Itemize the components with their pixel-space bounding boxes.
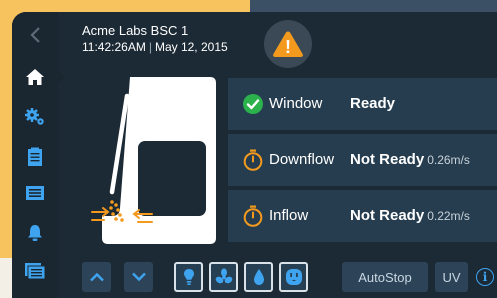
sidebar-item-home[interactable] (12, 62, 58, 92)
datetime-separator: | (148, 40, 152, 54)
sash-up-button[interactable] (82, 262, 111, 292)
autostop-button[interactable]: AutoStop (342, 262, 428, 292)
current-date: May 12, 2015 (154, 40, 228, 54)
back-chevron-icon (30, 27, 40, 43)
sidebar-active-pointer (58, 70, 65, 84)
fan-toggle[interactable] (209, 262, 238, 292)
sidebar-item-display[interactable] (12, 178, 58, 208)
timer-icon (243, 149, 263, 171)
status-label: Window (269, 95, 323, 112)
uv-button[interactable]: UV (435, 262, 468, 292)
outlet-toggle[interactable] (279, 262, 308, 292)
display-panel-icon (26, 186, 44, 200)
cabinet-illustration (91, 77, 216, 244)
alert-symbol: ! (285, 37, 291, 57)
home-icon (26, 69, 44, 85)
sidebar-item-alarms[interactable] (12, 218, 58, 248)
status-label: Inflow (269, 207, 309, 224)
alert-button[interactable]: ! (264, 20, 312, 68)
status-value: Not Ready 0.26m/s (350, 151, 470, 168)
status-card-window[interactable]: Window Ready (228, 78, 497, 130)
check-circle-icon (243, 94, 263, 114)
sidebar-item-log[interactable] (12, 142, 58, 172)
warning-triangle-icon: ! (273, 31, 303, 57)
status-value: Not Ready 0.22m/s (350, 207, 470, 224)
bottom-control-bar: AutoStop UV i (58, 257, 497, 298)
chevron-up-icon (89, 272, 104, 282)
chevron-down-icon (131, 272, 146, 282)
alarm-bell-icon (28, 225, 42, 241)
sidebar (12, 12, 58, 298)
device-screen: Acme Labs BSC 1 11:42:26AM | May 12, 2015 … (12, 12, 497, 298)
current-time: 11:42:26AM (82, 40, 146, 54)
clipboard-icon (28, 147, 42, 166)
light-bulb-icon (183, 269, 194, 285)
power-outlet-icon (285, 269, 302, 285)
back-button[interactable] (12, 20, 58, 50)
settings-gears-icon (25, 108, 44, 125)
water-drop-icon (253, 269, 264, 285)
gas-toggle[interactable] (244, 262, 273, 292)
sidebar-item-files[interactable] (12, 256, 58, 286)
sash-down-button[interactable] (124, 262, 153, 292)
files-icon (25, 263, 46, 280)
device-name: Acme Labs BSC 1 (82, 23, 189, 38)
sidebar-item-settings[interactable] (12, 102, 58, 132)
datetime: 11:42:26AM | May 12, 2015 (82, 40, 228, 54)
info-icon[interactable]: i (476, 268, 494, 286)
status-value: Ready (350, 95, 396, 112)
fan-icon (215, 268, 232, 284)
status-card-inflow[interactable]: Inflow Not Ready 0.22m/s (228, 190, 497, 242)
light-toggle[interactable] (174, 262, 203, 292)
status-card-downflow[interactable]: Downflow Not Ready 0.26m/s (228, 134, 497, 186)
timer-icon (243, 205, 263, 227)
status-label: Downflow (269, 151, 335, 168)
